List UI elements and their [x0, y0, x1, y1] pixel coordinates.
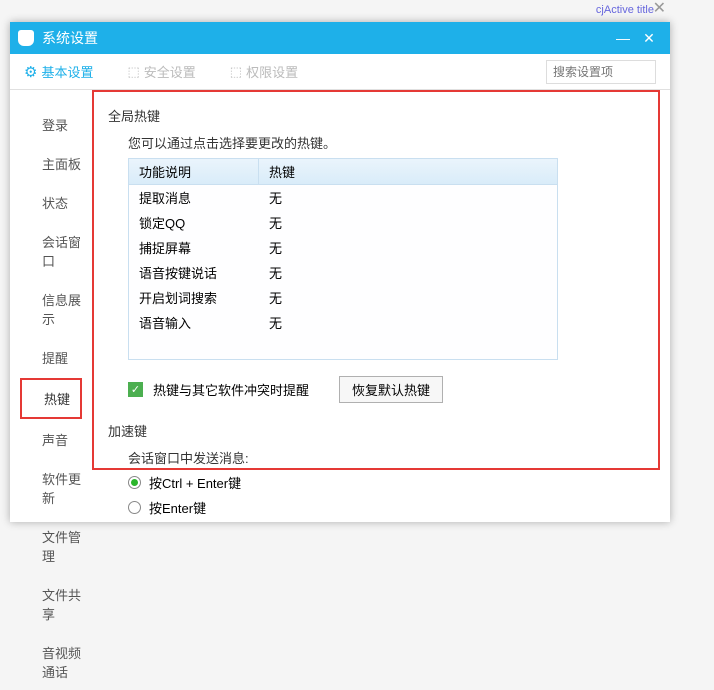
person-icon: ⬚ — [230, 64, 242, 80]
sidebar-item[interactable]: 热键 — [20, 378, 82, 419]
table-row[interactable]: 开启划词搜索无 — [129, 285, 557, 310]
radio-ctrl-enter[interactable]: 按Ctrl + Enter键 — [128, 473, 658, 492]
sidebar-item[interactable]: 信息展示 — [20, 281, 82, 337]
panel-close-icon[interactable]: ✕ — [653, 0, 666, 18]
table-row[interactable]: 锁定QQ无 — [129, 210, 557, 235]
radio-label: 按Enter键 — [149, 498, 206, 517]
window-title: 系统设置 — [42, 28, 98, 48]
sidebar-item[interactable]: 文件共享 — [20, 576, 82, 632]
sidebar-item[interactable]: 软件更新 — [20, 460, 82, 516]
tab-label: 权限设置 — [246, 62, 298, 81]
hotkey-table: 功能说明 热键 提取消息无锁定QQ无捕捉屏幕无语音按键说话无开启划词搜索无语音输… — [128, 158, 558, 360]
radio-label: 按Ctrl + Enter键 — [149, 473, 241, 492]
cell-func: 开启划词搜索 — [129, 285, 259, 310]
col-key: 热键 — [259, 159, 557, 184]
cell-key: 无 — [259, 235, 557, 260]
radio-enter[interactable]: 按Enter键 — [128, 498, 658, 517]
table-row[interactable]: 语音输入无 — [129, 310, 557, 335]
sidebar-item[interactable]: 声音 — [20, 421, 82, 458]
sidebar-item[interactable]: 音视频通话 — [20, 634, 82, 690]
cell-key: 无 — [259, 260, 557, 285]
section-title: 全局热键 — [108, 106, 658, 125]
send-label: 会话窗口中发送消息: — [128, 448, 658, 467]
cell-func: 语音输入 — [129, 310, 259, 335]
cell-func: 捕捉屏幕 — [129, 235, 259, 260]
cell-key: 无 — [259, 210, 557, 235]
sidebar-item[interactable]: 状态 — [20, 184, 82, 221]
top-tabs: ⚙ 基本设置 ⬚ 安全设置 ⬚ 权限设置 — [10, 54, 670, 90]
sidebar-item[interactable]: 文件管理 — [20, 518, 82, 574]
titlebar: 系统设置 — ✕ — [10, 22, 670, 54]
cell-key: 无 — [259, 310, 557, 335]
gear-icon: ⚙ — [24, 63, 37, 81]
shield-icon: ⬚ — [127, 64, 139, 80]
radio-icon — [128, 501, 141, 514]
cell-func: 语音按键说话 — [129, 260, 259, 285]
sidebar: 登录主面板状态会话窗口信息展示提醒热键声音软件更新文件管理文件共享音视频通话 — [10, 90, 92, 522]
close-button[interactable]: ✕ — [636, 30, 662, 47]
sidebar-item[interactable]: 会话窗口 — [20, 223, 82, 279]
conflict-label: 热键与其它软件冲突时提醒 — [153, 380, 309, 399]
tab-privacy[interactable]: ⬚ 权限设置 — [230, 62, 298, 81]
settings-window: 系统设置 — ✕ ⚙ 基本设置 ⬚ 安全设置 ⬚ 权限设置 登录主面板状态会话窗… — [10, 22, 670, 522]
conflict-checkbox[interactable]: ✓ — [128, 382, 143, 397]
search-box — [546, 60, 656, 84]
sidebar-item[interactable]: 主面板 — [20, 145, 82, 182]
tab-label: 安全设置 — [144, 62, 196, 81]
tab-label: 基本设置 — [41, 62, 93, 81]
sidebar-item[interactable]: 提醒 — [20, 339, 82, 376]
sidebar-item[interactable]: 登录 — [20, 106, 82, 143]
table-row[interactable]: 捕捉屏幕无 — [129, 235, 557, 260]
table-header: 功能说明 热键 — [129, 159, 557, 185]
cell-key: 无 — [259, 285, 557, 310]
search-input[interactable] — [546, 60, 656, 84]
restore-default-button[interactable]: 恢复默认热键 — [339, 376, 443, 403]
tab-security[interactable]: ⬚ 安全设置 — [127, 62, 195, 81]
cell-func: 提取消息 — [129, 185, 259, 210]
col-func: 功能说明 — [129, 159, 259, 184]
hotkey-panel: 全局热键 您可以通过点击选择要更改的热键。 功能说明 热键 提取消息无锁定QQ无… — [92, 90, 660, 470]
bg-text: cjActive title — [596, 4, 654, 16]
tab-basic[interactable]: ⚙ 基本设置 — [24, 62, 93, 81]
cell-key: 无 — [259, 185, 557, 210]
minimize-button[interactable]: — — [610, 30, 636, 46]
cell-func: 锁定QQ — [129, 210, 259, 235]
table-row[interactable]: 提取消息无 — [129, 185, 557, 210]
section-title: 加速键 — [108, 421, 658, 440]
app-icon — [18, 30, 34, 46]
radio-icon — [128, 476, 141, 489]
table-row[interactable]: 语音按键说话无 — [129, 260, 557, 285]
hint-text: 您可以通过点击选择要更改的热键。 — [128, 133, 658, 152]
